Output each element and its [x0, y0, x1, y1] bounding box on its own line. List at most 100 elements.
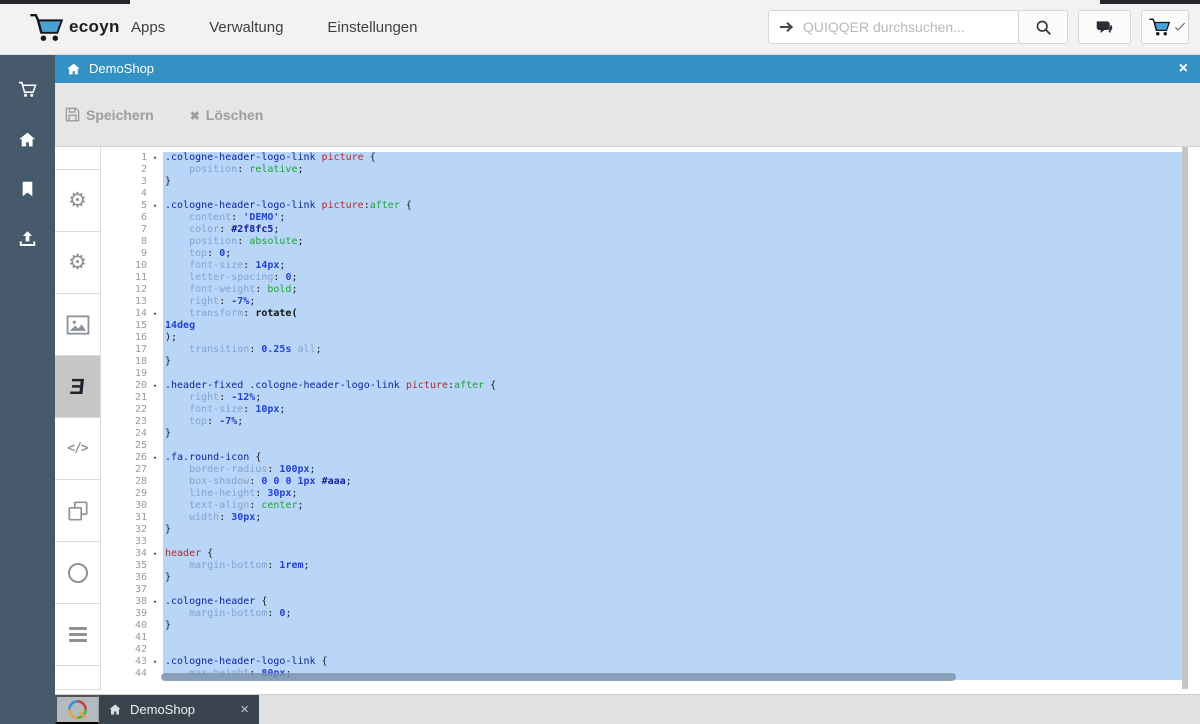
- tool-circle-icon[interactable]: [55, 542, 101, 604]
- code-line-text[interactable]: margin-bottom: 0;: [163, 608, 1182, 620]
- home-icon: [67, 63, 80, 75]
- line-number: 35: [113, 560, 147, 572]
- code-line-text[interactable]: width: 30px;: [163, 512, 1182, 524]
- line-number: 31: [113, 512, 147, 524]
- save-button[interactable]: Speichern: [65, 107, 154, 123]
- tool-bars-icon[interactable]: [55, 604, 101, 666]
- panel-titlebar[interactable]: DemoShop ×: [55, 54, 1200, 83]
- line-gutter: 7: [113, 224, 163, 236]
- code-line-text[interactable]: .cologne-header {: [163, 596, 1182, 608]
- menu-item-apps[interactable]: Apps: [131, 19, 165, 36]
- line-gutter: 32: [113, 524, 163, 536]
- fold-arrow-icon[interactable]: ▾: [147, 380, 163, 392]
- tool-code-icon[interactable]: </>: [55, 418, 101, 480]
- search-input[interactable]: [801, 18, 1018, 36]
- fold-arrow-icon[interactable]: ▾: [147, 200, 163, 212]
- code-line-text[interactable]: border-radius: 100px;: [163, 464, 1182, 476]
- fold-arrow-icon[interactable]: ▾: [147, 452, 163, 464]
- code-line-text[interactable]: }: [163, 572, 1182, 584]
- code-line-text[interactable]: font-weight: bold;: [163, 284, 1182, 296]
- bookmark-icon[interactable]: [0, 164, 55, 214]
- code-line-text[interactable]: );: [163, 332, 1182, 344]
- menu-item-einstellungen[interactable]: Einstellungen: [327, 19, 417, 36]
- fold-arrow-icon: [147, 176, 163, 188]
- tool-gear-icon[interactable]: ⚙: [55, 170, 101, 232]
- line-number: 2: [113, 164, 147, 176]
- editor-vertical-scrollbar[interactable]: [1182, 147, 1188, 689]
- upload-icon[interactable]: [0, 214, 55, 264]
- code-line: 30 text-align: center;: [113, 500, 1182, 512]
- code-line-text[interactable]: header {: [163, 548, 1182, 560]
- line-number: 4: [113, 188, 147, 200]
- code-line-text[interactable]: [163, 536, 1182, 548]
- editor-horizontal-scrollbar[interactable]: [161, 673, 956, 681]
- code-line-text[interactable]: text-align: center;: [163, 500, 1182, 512]
- code-line-text[interactable]: }: [163, 176, 1182, 188]
- delete-button[interactable]: ✖Löschen: [190, 107, 264, 123]
- menu-item-verwaltung[interactable]: Verwaltung: [209, 19, 283, 36]
- code-line-text[interactable]: right: -12%;: [163, 392, 1182, 404]
- code-line-text[interactable]: .cologne-header-logo-link picture:after …: [163, 200, 1182, 212]
- cart-menu-button[interactable]: [1141, 10, 1189, 44]
- messages-button[interactable]: [1078, 10, 1131, 44]
- brand-text: ecoyn: [69, 17, 120, 37]
- code-line-text[interactable]: box-shadow: 0 0 0 1px #aaa;: [163, 476, 1182, 488]
- code-line-text[interactable]: line-height: 30px;: [163, 488, 1182, 500]
- tool-copy-icon[interactable]: [55, 480, 101, 542]
- tool-image-icon[interactable]: [55, 294, 101, 356]
- home-icon: [109, 704, 121, 715]
- fold-arrow-icon[interactable]: ▾: [147, 656, 163, 668]
- fold-arrow-icon: [147, 416, 163, 428]
- brand-logo[interactable]: ecoyn: [28, 9, 120, 45]
- fold-arrow-icon: [147, 512, 163, 524]
- code-line-text[interactable]: [163, 644, 1182, 656]
- code-line-text[interactable]: letter-spacing: 0;: [163, 272, 1182, 284]
- top-navbar: ecoyn Apps Verwaltung Einstellungen: [0, 0, 1200, 55]
- taskbar-tab-demoshop[interactable]: DemoShop ×: [99, 695, 259, 724]
- panel-close-icon[interactable]: ×: [1179, 61, 1188, 77]
- fold-arrow-icon[interactable]: ▾: [147, 548, 163, 560]
- code-line-text[interactable]: transform: rotate(: [163, 308, 1182, 320]
- code-line-text[interactable]: [163, 584, 1182, 596]
- code-line-text[interactable]: [163, 440, 1182, 452]
- code-line-text[interactable]: margin-bottom: 1rem;: [163, 560, 1182, 572]
- code-line-text[interactable]: .cologne-header-logo-link {: [163, 656, 1182, 668]
- code-line-text[interactable]: top: 0;: [163, 248, 1182, 260]
- code-line-text[interactable]: position: relative;: [163, 164, 1182, 176]
- code-line: 4: [113, 188, 1182, 200]
- code-line-text[interactable]: [163, 188, 1182, 200]
- code-line-text[interactable]: position: absolute;: [163, 236, 1182, 248]
- code-line-text[interactable]: content: 'DEMO';: [163, 212, 1182, 224]
- code-editor[interactable]: 1▾.cologne-header-logo-link picture {2 p…: [113, 147, 1189, 689]
- code-line-text[interactable]: .header-fixed .cologne-header-logo-link …: [163, 380, 1182, 392]
- fold-arrow-icon[interactable]: ▾: [147, 152, 163, 164]
- code-line-text[interactable]: right: -7%;: [163, 296, 1182, 308]
- fold-arrow-icon[interactable]: ▾: [147, 596, 163, 608]
- tool-css3-icon[interactable]: Ǝ: [55, 356, 101, 418]
- code-line-text[interactable]: font-size: 10px;: [163, 404, 1182, 416]
- tab-close-icon[interactable]: ×: [240, 702, 249, 717]
- code-line-text[interactable]: }: [163, 356, 1182, 368]
- code-line-text[interactable]: .fa.round-icon {: [163, 452, 1182, 464]
- code-line: 17 transition: 0.25s all;: [113, 344, 1182, 356]
- home-icon[interactable]: [0, 114, 55, 164]
- code-line-text[interactable]: transition: 0.25s all;: [163, 344, 1182, 356]
- fold-arrow-icon[interactable]: ▾: [147, 308, 163, 320]
- search-button[interactable]: [1018, 10, 1068, 44]
- code-line: 14▾ transform: rotate(: [113, 308, 1182, 320]
- cart-icon[interactable]: [0, 64, 55, 114]
- code-line-text[interactable]: [163, 632, 1182, 644]
- code-line-text[interactable]: top: -7%;: [163, 416, 1182, 428]
- code-line-text[interactable]: [163, 368, 1182, 380]
- code-line-text[interactable]: 14deg: [163, 320, 1182, 332]
- code-line-text[interactable]: .cologne-header-logo-link picture {: [163, 152, 1182, 164]
- code-line-text[interactable]: }: [163, 428, 1182, 440]
- arrow-right-icon: [779, 20, 794, 34]
- code-line-text[interactable]: color: #2f8fc5;: [163, 224, 1182, 236]
- code-line-text[interactable]: }: [163, 620, 1182, 632]
- code-line-text[interactable]: font-size: 14px;: [163, 260, 1182, 272]
- quiqqer-menu-button[interactable]: [55, 695, 99, 724]
- tool-gear-icon[interactable]: ⚙: [55, 232, 101, 294]
- line-gutter: 33: [113, 536, 163, 548]
- code-line-text[interactable]: }: [163, 524, 1182, 536]
